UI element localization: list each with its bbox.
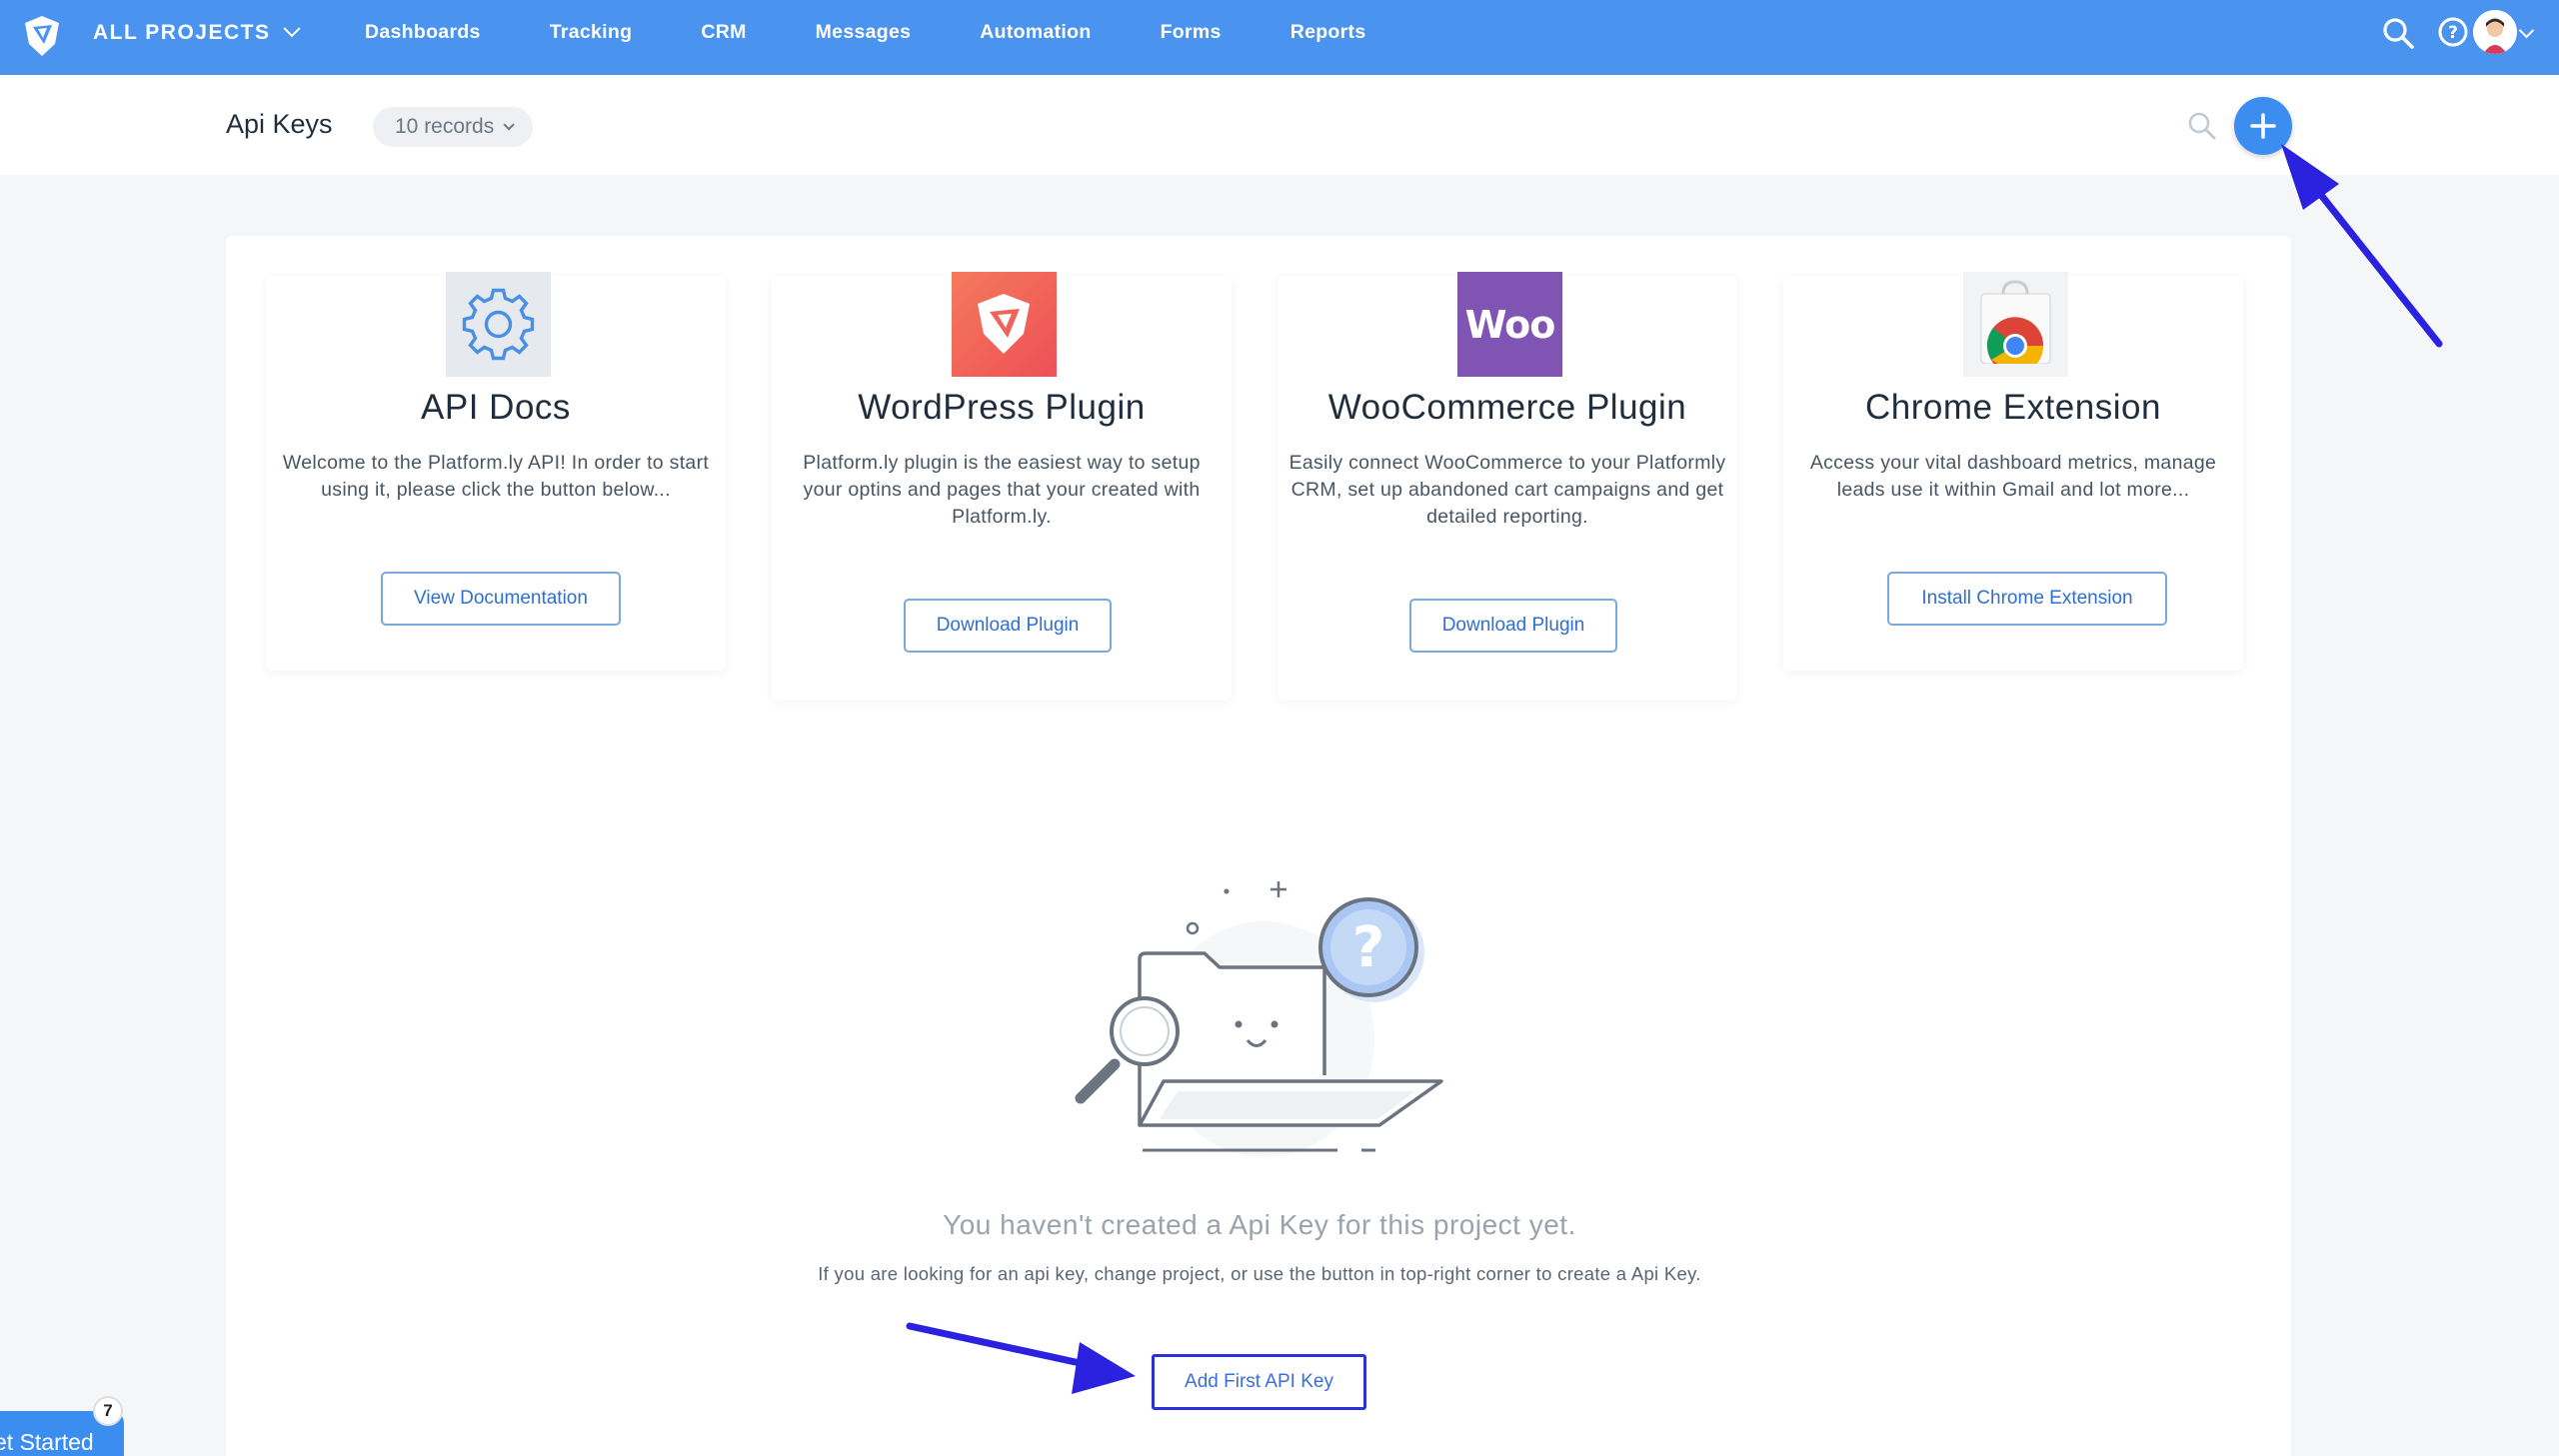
tool-description: Platform.ly plugin is the easiest way to… xyxy=(803,452,1201,528)
tool-title: API Docs xyxy=(421,388,571,427)
nav-dashboards[interactable]: Dashboards xyxy=(365,21,481,44)
svg-text:?: ? xyxy=(1352,915,1384,980)
nav-forms[interactable]: Forms xyxy=(1161,21,1222,44)
help-icon[interactable]: ? xyxy=(2437,16,2469,48)
download-plugin-button[interactable]: Download Plugin xyxy=(904,599,1112,653)
tool-title: WordPress Plugin xyxy=(858,388,1146,427)
tool-title: WooCommerce Plugin xyxy=(1327,388,1687,427)
project-label: ALL PROJECTS xyxy=(93,20,271,44)
plus-icon xyxy=(2250,113,2276,139)
top-nav: ALL PROJECTS Dashboards Tracking CRM Mes… xyxy=(0,0,2559,75)
chrome-store-icon xyxy=(1963,272,2068,377)
tool-description: Easily connect WooCommerce to your Platf… xyxy=(1288,452,1726,528)
platformly-logo-icon[interactable] xyxy=(22,14,62,58)
nav-automation[interactable]: Automation xyxy=(980,21,1091,44)
nav-messages[interactable]: Messages xyxy=(816,21,912,44)
view-documentation-button[interactable]: View Documentation xyxy=(381,572,621,626)
platformly-logo-icon xyxy=(952,272,1057,377)
project-selector[interactable]: ALL PROJECTS xyxy=(93,0,301,65)
empty-state-subtitle: If you are looking for an api key, chang… xyxy=(818,1263,1701,1284)
tool-description: Access your vital dashboard metrics, man… xyxy=(1809,452,2217,501)
chevron-down-icon xyxy=(283,19,301,37)
main-nav: Dashboards Tracking CRM Messages Automat… xyxy=(365,0,1434,65)
woo-logo-text: Woo xyxy=(1464,302,1556,347)
page-title: Api Keys xyxy=(226,109,333,139)
tool-description: Welcome to the Platform.ly API! In order… xyxy=(282,452,710,501)
avatar[interactable] xyxy=(2473,10,2517,54)
svg-text:?: ? xyxy=(2448,23,2458,43)
empty-state-title: You haven't created a Api Key for this p… xyxy=(943,1209,1576,1240)
download-plugin-button[interactable]: Download Plugin xyxy=(1409,599,1617,653)
page-header: Api Keys 10 records xyxy=(0,75,2559,175)
woo-logo-icon: Woo xyxy=(1457,272,1562,377)
get-started-label: et Started xyxy=(0,1429,94,1455)
chevron-down-icon xyxy=(503,119,515,131)
notification-badge: 7 xyxy=(93,1396,123,1426)
annotation-arrow xyxy=(2281,144,2443,348)
nav-crm[interactable]: CRM xyxy=(701,21,746,44)
chevron-down-icon[interactable] xyxy=(2518,22,2535,39)
annotation-arrow xyxy=(906,1322,1136,1394)
search-icon[interactable] xyxy=(2187,111,2217,141)
records-label: 10 records xyxy=(395,115,495,138)
search-icon[interactable] xyxy=(2381,16,2415,50)
records-dropdown[interactable]: 10 records xyxy=(373,107,534,147)
empty-state-illustration: ? xyxy=(1075,881,1443,1157)
nav-reports[interactable]: Reports xyxy=(1290,21,1366,44)
tool-title: Chrome Extension xyxy=(1865,388,2161,427)
add-first-api-key-button[interactable]: Add First API Key xyxy=(1152,1354,1366,1410)
nav-tracking[interactable]: Tracking xyxy=(550,21,633,44)
install-chrome-extension-button[interactable]: Install Chrome Extension xyxy=(1887,572,2167,626)
gear-icon xyxy=(446,272,551,377)
